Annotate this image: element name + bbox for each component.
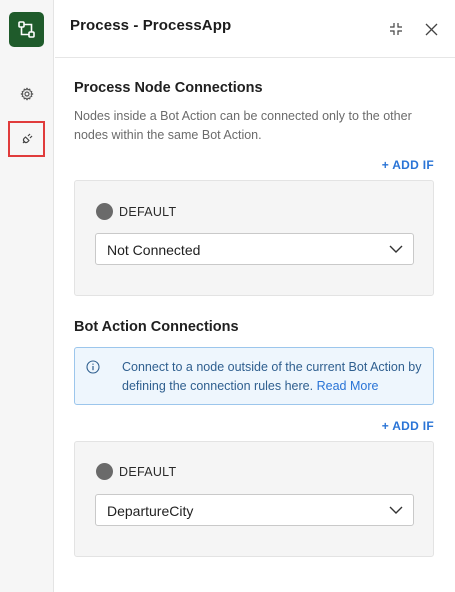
close-button[interactable] xyxy=(422,20,440,38)
chevron-down-icon xyxy=(389,506,403,514)
section-title-process-node-connections: Process Node Connections xyxy=(74,80,263,96)
connection-select-value: Not Connected xyxy=(107,242,201,258)
default-label: DEFAULT xyxy=(119,205,177,219)
panel-title: Process - ProcessApp xyxy=(70,17,232,34)
status-dot xyxy=(96,203,113,220)
info-icon xyxy=(86,360,100,374)
chevron-down-icon xyxy=(389,245,403,253)
sidebar-item-connections[interactable] xyxy=(8,121,45,157)
connection-select[interactable]: Not Connected xyxy=(95,233,414,265)
info-banner: Connect to a node outside of the current… xyxy=(74,347,434,405)
close-icon xyxy=(425,23,437,35)
default-label: DEFAULT xyxy=(119,465,177,479)
connection-select[interactable]: DepartureCity xyxy=(95,494,414,526)
collapse-button[interactable] xyxy=(387,20,405,38)
sidebar-item-settings[interactable] xyxy=(11,78,43,110)
default-condition-card: DEFAULT Not Connected xyxy=(74,180,434,296)
info-text: Connect to a node outside of the current… xyxy=(122,358,422,395)
app-logo[interactable] xyxy=(9,12,44,47)
add-if-button[interactable]: + ADD IF xyxy=(382,419,434,433)
add-if-button[interactable]: + ADD IF xyxy=(382,158,434,172)
panel-header: Process - ProcessApp xyxy=(55,0,455,58)
left-sidebar xyxy=(0,0,54,592)
gear-icon xyxy=(20,87,34,101)
properties-panel: Process - ProcessApp Process Node Connec… xyxy=(55,0,455,592)
read-more-link[interactable]: Read More xyxy=(317,379,379,393)
status-dot xyxy=(96,463,113,480)
collapse-icon xyxy=(390,23,402,35)
section-description: Nodes inside a Bot Action can be connect… xyxy=(74,109,412,142)
connection-select-value: DepartureCity xyxy=(107,503,194,519)
default-condition-card: DEFAULT DepartureCity xyxy=(74,441,434,557)
section-title-bot-action-connections: Bot Action Connections xyxy=(74,319,239,335)
plug-icon xyxy=(22,133,32,144)
flow-nodes-icon xyxy=(18,21,35,38)
